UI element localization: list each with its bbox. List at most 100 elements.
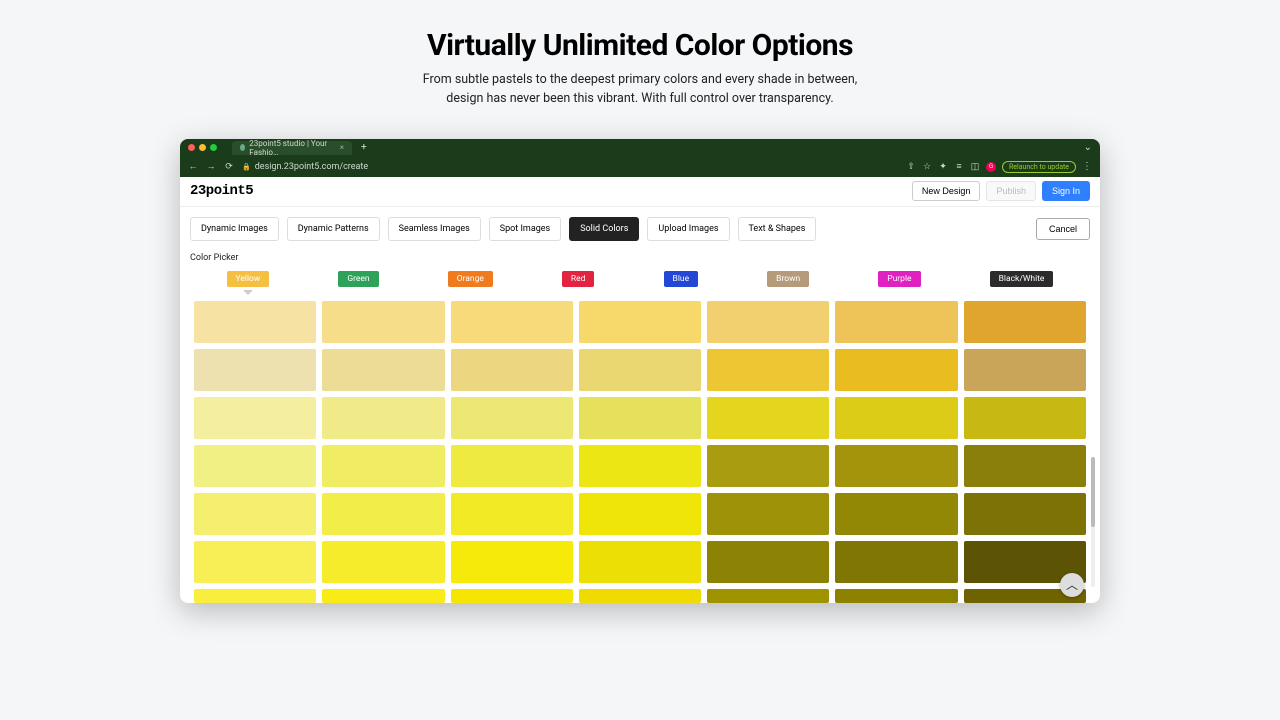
color-swatch[interactable] <box>835 493 957 535</box>
color-swatch[interactable] <box>194 349 316 391</box>
color-swatch[interactable] <box>707 301 829 343</box>
color-swatch[interactable] <box>451 445 573 487</box>
category-yellow[interactable]: Yellow <box>227 271 270 287</box>
category-orange[interactable]: Orange <box>448 271 493 287</box>
browser-tabbar: 23point5 studio | Your Fashio… × + ⌄ <box>180 139 1100 157</box>
color-swatch[interactable] <box>322 301 444 343</box>
color-swatch[interactable] <box>451 397 573 439</box>
color-swatch[interactable] <box>451 541 573 583</box>
color-swatch[interactable] <box>322 541 444 583</box>
tab-spot-images[interactable]: Spot Images <box>489 217 561 241</box>
tab-seamless-images[interactable]: Seamless Images <box>388 217 481 241</box>
color-swatch[interactable] <box>707 349 829 391</box>
category-red[interactable]: Red <box>562 271 595 287</box>
color-swatch[interactable] <box>194 493 316 535</box>
active-category-arrow-icon <box>243 290 253 295</box>
color-swatch[interactable] <box>194 397 316 439</box>
back-button[interactable]: ← <box>188 161 198 172</box>
color-picker-label: Color Picker <box>180 241 1100 267</box>
favicon-icon <box>240 144 245 151</box>
color-swatch[interactable] <box>451 589 573 603</box>
close-tab-icon[interactable]: × <box>340 143 344 152</box>
relaunch-button[interactable]: Relaunch to update <box>1002 161 1076 173</box>
bookmark-icon[interactable]: ☆ <box>922 162 932 172</box>
color-swatch[interactable] <box>835 589 957 603</box>
forward-button[interactable]: → <box>206 161 216 172</box>
color-swatch[interactable] <box>322 397 444 439</box>
color-swatch[interactable] <box>322 349 444 391</box>
color-swatch[interactable] <box>964 301 1086 343</box>
tab-solid-colors[interactable]: Solid Colors <box>569 217 639 241</box>
scroll-top-button[interactable]: ︿ <box>1060 573 1084 597</box>
color-swatch[interactable] <box>707 541 829 583</box>
color-swatch[interactable] <box>579 493 701 535</box>
color-swatch[interactable] <box>322 493 444 535</box>
category-purple[interactable]: Purple <box>878 271 920 287</box>
reload-button[interactable]: ⟳ <box>224 162 234 172</box>
color-swatch[interactable] <box>579 445 701 487</box>
browser-urlbar: ← → ⟳ 🔒 design.23point5.com/create ⇧ ☆ ✦… <box>180 157 1100 177</box>
scrollbar[interactable] <box>1091 457 1095 587</box>
category-green[interactable]: Green <box>338 271 378 287</box>
chevron-up-icon: ︿ <box>1066 576 1078 593</box>
browser-menu-icon[interactable]: ⋮ <box>1082 161 1092 172</box>
color-swatch[interactable] <box>579 589 701 603</box>
color-swatch[interactable] <box>707 445 829 487</box>
new-tab-button[interactable]: + <box>361 142 367 153</box>
minimize-window-icon[interactable] <box>199 144 206 151</box>
color-swatch[interactable] <box>579 349 701 391</box>
url-field[interactable]: 🔒 design.23point5.com/create <box>242 162 368 172</box>
cancel-button[interactable]: Cancel <box>1036 218 1090 240</box>
new-design-button[interactable]: New Design <box>912 181 981 201</box>
color-swatch[interactable] <box>579 541 701 583</box>
color-swatch[interactable] <box>579 397 701 439</box>
browser-tab[interactable]: 23point5 studio | Your Fashio… × <box>232 141 352 155</box>
window-controls <box>188 144 217 151</box>
color-swatch[interactable] <box>964 397 1086 439</box>
color-swatch[interactable] <box>707 589 829 603</box>
color-swatch[interactable] <box>964 349 1086 391</box>
share-icon[interactable]: ⇧ <box>906 162 916 172</box>
color-swatch[interactable] <box>194 445 316 487</box>
color-swatch[interactable] <box>964 493 1086 535</box>
color-swatch[interactable] <box>707 493 829 535</box>
panel-icon[interactable]: ◫ <box>970 162 980 172</box>
color-swatch[interactable] <box>835 397 957 439</box>
color-swatch[interactable] <box>579 301 701 343</box>
color-swatch[interactable] <box>707 397 829 439</box>
color-swatch[interactable] <box>194 589 316 603</box>
color-swatch[interactable] <box>322 445 444 487</box>
color-swatch[interactable] <box>451 301 573 343</box>
extensions-icon[interactable]: ✦ <box>938 162 948 172</box>
color-swatch[interactable] <box>451 349 573 391</box>
color-categories: Yellow Green Orange Red Blue Brown Purple Black… <box>180 267 1100 295</box>
sign-in-button[interactable]: Sign In <box>1042 181 1090 201</box>
color-swatch[interactable] <box>835 349 957 391</box>
toolbar: Dynamic Images Dynamic Patterns Seamless I… <box>180 207 1100 241</box>
color-swatch[interactable] <box>835 301 957 343</box>
reading-list-icon[interactable]: ≡ <box>954 162 964 172</box>
publish-button: Publish <box>986 181 1036 201</box>
color-swatch[interactable] <box>964 445 1086 487</box>
category-brown[interactable]: Brown <box>767 271 809 287</box>
app-logo[interactable]: 23point5 <box>190 183 253 199</box>
tabbar-chevron-icon[interactable]: ⌄ <box>1084 142 1092 153</box>
color-swatch[interactable] <box>194 541 316 583</box>
url-text: design.23point5.com/create <box>255 162 368 172</box>
tab-dynamic-patterns[interactable]: Dynamic Patterns <box>287 217 380 241</box>
profile-avatar[interactable]: G <box>986 162 996 172</box>
tab-title: 23point5 studio | Your Fashio… <box>249 139 331 157</box>
category-black-white[interactable]: Black/White <box>990 271 1054 287</box>
maximize-window-icon[interactable] <box>210 144 217 151</box>
color-swatch[interactable] <box>451 493 573 535</box>
tab-text-shapes[interactable]: Text & Shapes <box>738 217 817 241</box>
color-swatch[interactable] <box>835 541 957 583</box>
tab-upload-images[interactable]: Upload Images <box>647 217 729 241</box>
tab-dynamic-images[interactable]: Dynamic Images <box>190 217 279 241</box>
category-blue[interactable]: Blue <box>664 271 699 287</box>
close-window-icon[interactable] <box>188 144 195 151</box>
scrollbar-thumb[interactable] <box>1091 457 1095 527</box>
color-swatch[interactable] <box>835 445 957 487</box>
color-swatch[interactable] <box>322 589 444 603</box>
color-swatch[interactable] <box>194 301 316 343</box>
